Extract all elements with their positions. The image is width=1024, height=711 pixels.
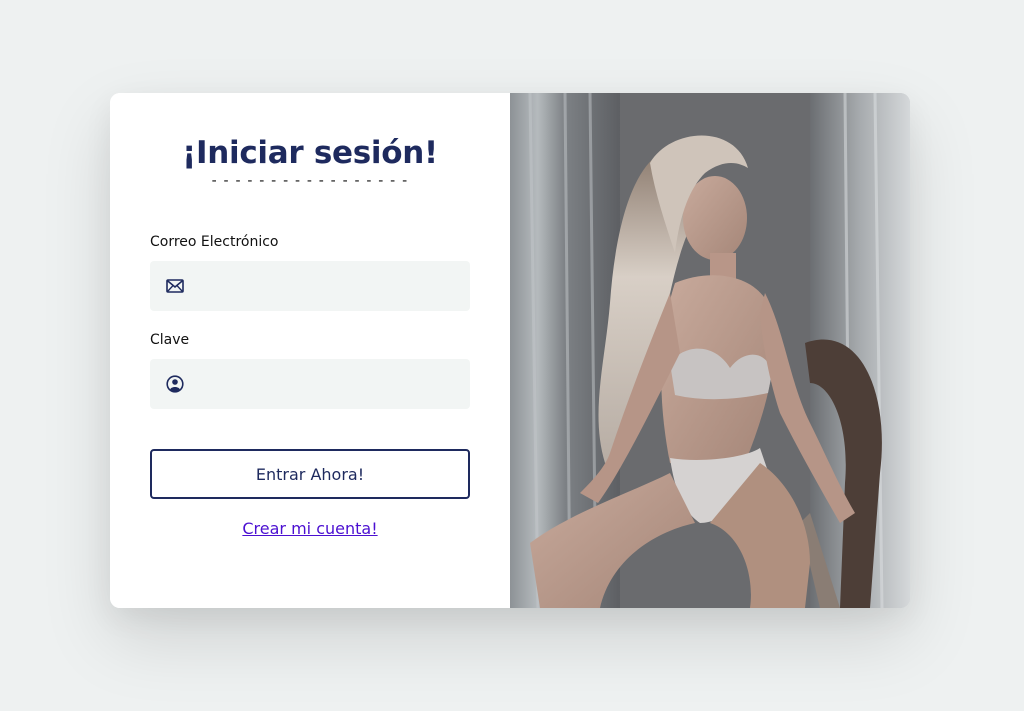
password-field[interactable] [150, 359, 470, 409]
login-form-panel: ¡Iniciar sesión! - - - - - - - - - - - -… [110, 93, 510, 608]
submit-button[interactable]: Entrar Ahora! [150, 449, 470, 499]
create-account-link[interactable]: Crear mi cuenta! [110, 519, 510, 538]
login-card: ¡Iniciar sesión! - - - - - - - - - - - -… [110, 93, 910, 608]
envelope-icon [165, 276, 185, 296]
email-field[interactable] [150, 261, 470, 311]
hero-photo [510, 93, 910, 608]
photo-illustration [510, 93, 910, 608]
user-circle-icon [165, 374, 185, 394]
title-underline: - - - - - - - - - - - - - - - - - [211, 173, 409, 189]
password-label: Clave [150, 332, 190, 348]
page-title: ¡Iniciar sesión! [182, 135, 438, 171]
password-input[interactable] [185, 359, 470, 409]
email-label: Correo Electrónico [150, 234, 279, 250]
email-input[interactable] [185, 261, 470, 311]
